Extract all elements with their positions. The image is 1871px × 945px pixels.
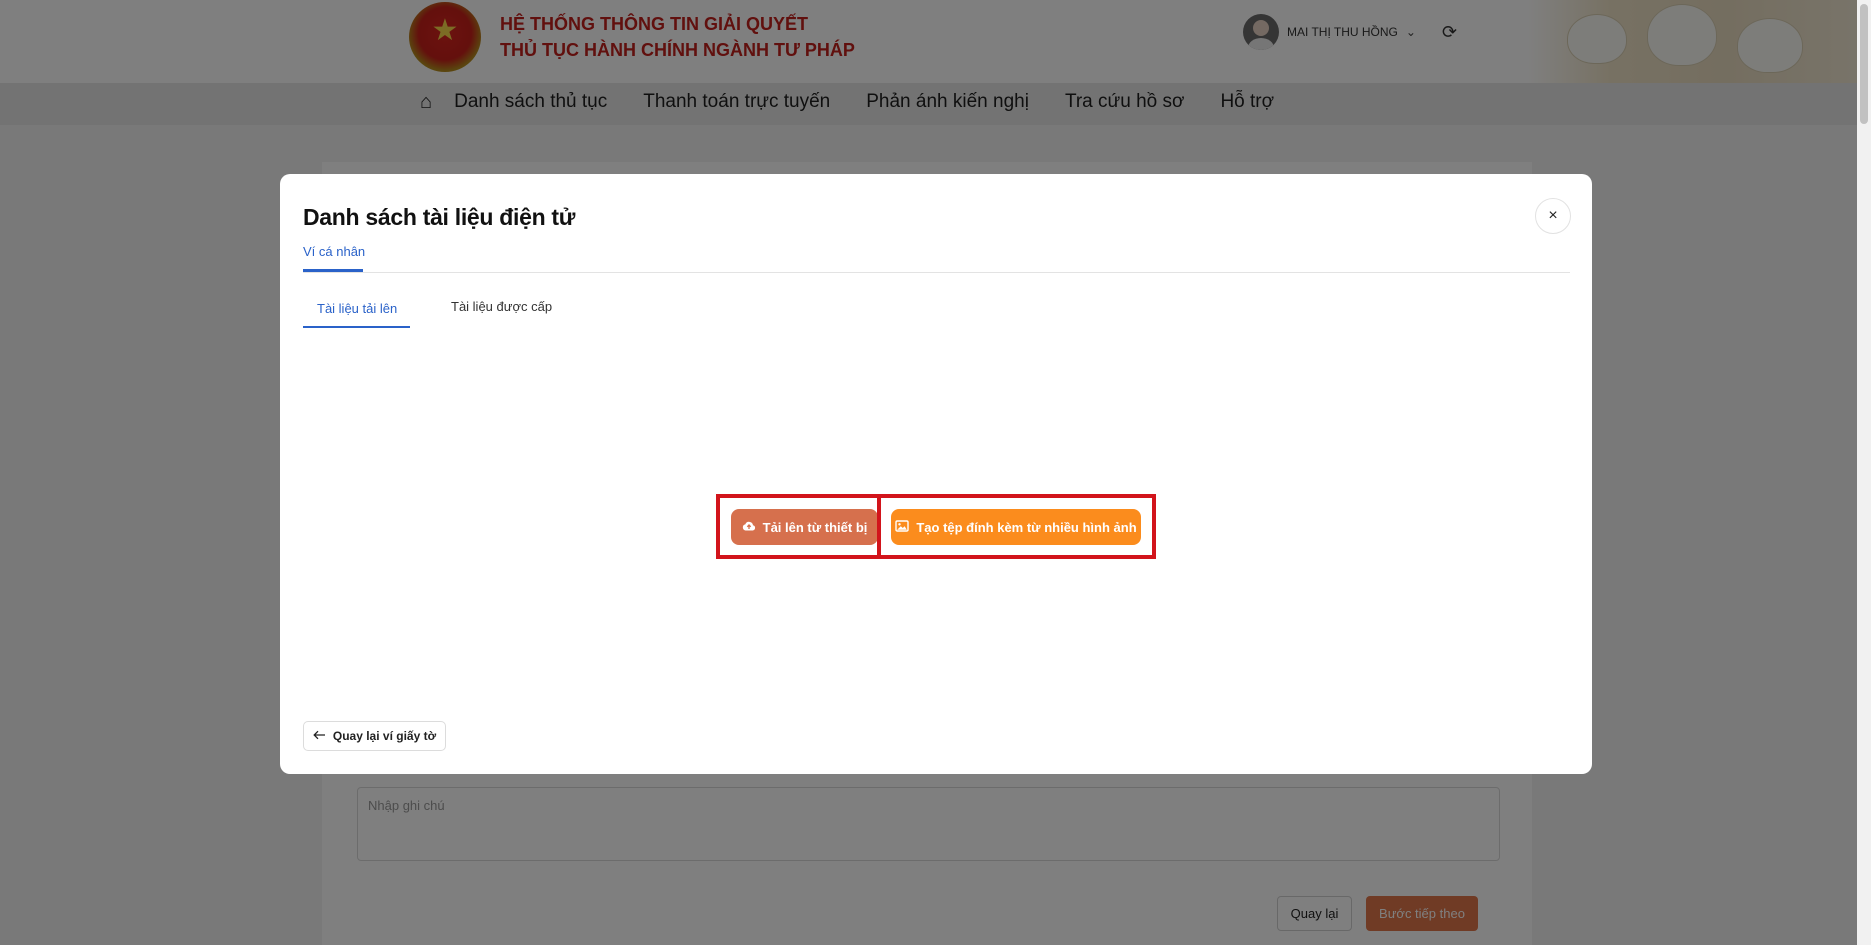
active-subtab-indicator — [303, 326, 410, 328]
arrow-left-icon — [313, 729, 326, 743]
tabs-divider — [303, 272, 1570, 273]
highlight-box-upload — [716, 494, 881, 559]
dialog-title: Danh sách tài liệu điện tử — [303, 204, 576, 230]
close-icon[interactable]: × — [1535, 198, 1571, 234]
back-to-wallet-button[interactable]: Quay lại ví giấy tờ — [303, 721, 446, 751]
tab-uploaded-documents[interactable]: Tài liệu tải lên — [317, 301, 397, 316]
electronic-documents-dialog: Danh sách tài liệu điện tử × Ví cá nhân … — [280, 174, 1592, 774]
highlight-box-attach — [877, 494, 1156, 559]
page-scrollbar[interactable] — [1857, 0, 1871, 945]
tab-issued-documents[interactable]: Tài liệu được cấp — [451, 299, 552, 314]
back-to-wallet-label: Quay lại ví giấy tờ — [332, 729, 437, 743]
tab-personal-wallet[interactable]: Ví cá nhân — [303, 244, 365, 259]
